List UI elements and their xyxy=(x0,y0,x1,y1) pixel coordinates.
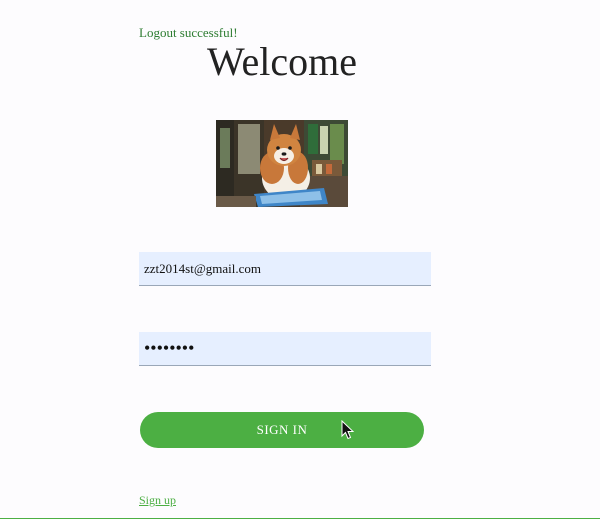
email-field[interactable] xyxy=(139,252,431,286)
password-field[interactable] xyxy=(139,332,431,366)
sign-in-button[interactable]: SIGN IN xyxy=(140,412,424,448)
login-page: Logout successful! Welcome zzt2014st@gma… xyxy=(0,0,600,519)
sign-up-link[interactable]: Sign up xyxy=(139,493,176,508)
page-title: Welcome xyxy=(206,39,358,84)
mouse-cursor-icon xyxy=(341,419,355,440)
shiba-dog-photo xyxy=(216,120,348,207)
